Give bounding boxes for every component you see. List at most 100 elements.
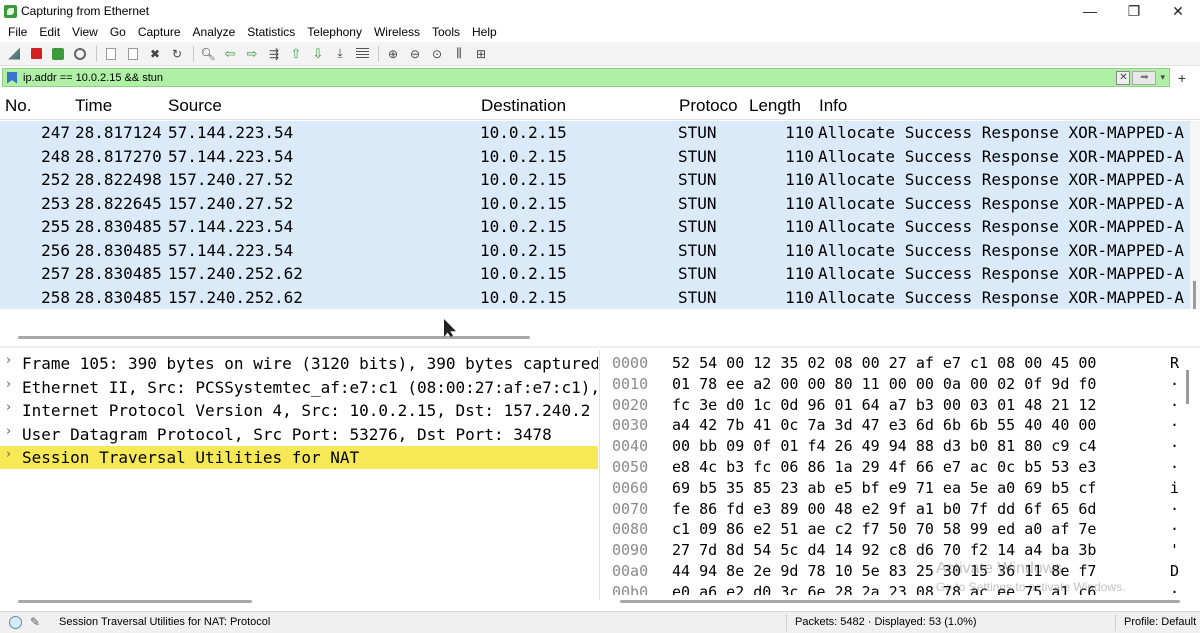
pane-splitter[interactable] — [0, 346, 1200, 348]
packet-list-header: No. Time Source Destination Protoco Leng… — [0, 92, 1200, 120]
packet-destination: 10.0.2.15 — [480, 240, 567, 260]
bytes-row[interactable]: 0050 e8 4c b3 fc 06 86 1a 29 4f 66 e7 ac … — [604, 456, 1200, 477]
go-first-button[interactable]: ⇧ — [286, 44, 306, 64]
tree-item-ethernet[interactable]: › Ethernet II, Src: PCSSystemtec_af:e7:c… — [0, 376, 598, 399]
column-time[interactable]: Time — [75, 96, 112, 116]
menu-statistics[interactable]: Statistics — [241, 25, 301, 39]
chevron-right-icon[interactable]: › — [6, 447, 11, 462]
scrollbar-thumb[interactable] — [1193, 281, 1196, 309]
bytes-hscrollbar[interactable] — [620, 600, 1180, 603]
display-filter-input[interactable] — [23, 69, 1117, 86]
column-info[interactable]: Info — [819, 96, 847, 116]
status-bar: ✎ Session Traversal Utilities for NAT: P… — [0, 611, 1200, 633]
go-to-packet-button[interactable]: ⇶ — [264, 44, 284, 64]
chevron-right-icon[interactable]: › — [6, 400, 11, 415]
minimize-button[interactable]: — — [1068, 0, 1112, 22]
tree-item-udp[interactable]: › User Datagram Protocol, Src Port: 5327… — [0, 423, 598, 446]
menu-telephony[interactable]: Telephony — [301, 25, 368, 39]
close-button[interactable]: ✕ — [1156, 0, 1200, 22]
go-forward-button[interactable]: ⇨ — [242, 44, 262, 64]
packet-protocol: STUN — [678, 146, 717, 166]
packet-row[interactable]: 256 28.830485 57.144.223.54 10.0.2.15 ST… — [0, 238, 1190, 262]
menu-analyze[interactable]: Analyze — [187, 25, 242, 39]
bookmark-icon[interactable] — [7, 71, 17, 84]
zoom-in-button[interactable]: ⊕ — [383, 44, 403, 64]
column-no[interactable]: No. — [5, 96, 31, 116]
menu-go[interactable]: Go — [104, 25, 132, 39]
packet-row[interactable]: 255 28.830485 57.144.223.54 10.0.2.15 ST… — [0, 215, 1190, 239]
packet-protocol: STUN — [678, 264, 717, 283]
autoscroll-button[interactable]: ⤓ — [330, 44, 350, 64]
packet-list-hscrollbar[interactable] — [18, 336, 530, 339]
details-hscrollbar[interactable] — [18, 600, 252, 603]
maximize-button[interactable]: ❐ — [1112, 0, 1156, 22]
bytes-row[interactable]: 0070 fe 86 fd e3 89 00 48 e2 9f a1 b0 7f … — [604, 498, 1200, 519]
resize-columns-button[interactable]: ⫼ — [449, 44, 469, 64]
go-last-button[interactable]: ⇩ — [308, 44, 328, 64]
tree-item-frame[interactable]: › Frame 105: 390 bytes on wire (3120 bit… — [0, 352, 598, 375]
menu-capture[interactable]: Capture — [132, 25, 187, 39]
open-file-button[interactable] — [101, 44, 121, 64]
packet-list-vscrollbar[interactable] — [1190, 121, 1200, 309]
bytes-row[interactable]: 0020 fc 3e d0 1c 0d 96 01 64 a7 b3 00 03 … — [604, 394, 1200, 415]
stop-capture-button[interactable] — [26, 44, 46, 64]
bytes-row[interactable]: 0000 52 54 00 12 35 02 08 00 27 af e7 c1 … — [604, 352, 1200, 373]
bytes-ascii: · — [1170, 458, 1180, 476]
filter-history-dropdown[interactable]: ▾ — [1160, 72, 1165, 83]
bytes-row[interactable]: 0090 27 7d 8d 54 5c d4 14 92 c8 d6 70 f2 … — [604, 539, 1200, 560]
chevron-right-icon[interactable]: › — [6, 353, 11, 368]
menu-view[interactable]: View — [66, 25, 104, 39]
bytes-offset: 0080 — [612, 520, 649, 539]
packet-row[interactable]: 253 28.822645 157.240.27.52 10.0.2.15 ST… — [0, 191, 1190, 215]
add-filter-button[interactable]: + — [1174, 69, 1190, 86]
menu-wireless[interactable]: Wireless — [368, 25, 426, 39]
edit-comment-icon[interactable]: ✎ — [30, 615, 40, 629]
close-file-button[interactable]: ✖ — [145, 44, 165, 64]
packet-source: 157.240.27.52 — [168, 170, 294, 189]
bytes-vscrollbar[interactable] — [1186, 370, 1189, 404]
tree-item-stun[interactable]: › Session Traversal Utilities for NAT — [0, 446, 598, 469]
column-destination[interactable]: Destination — [481, 96, 566, 116]
bytes-row[interactable]: 0010 01 78 ee a2 00 00 80 11 00 00 0a 00 … — [604, 373, 1200, 394]
menu-file[interactable]: File — [2, 25, 33, 39]
find-packet-button[interactable]: 🔍︎ — [198, 44, 218, 64]
column-source[interactable]: Source — [168, 96, 222, 116]
expert-info-icon[interactable] — [9, 616, 22, 629]
bytes-row[interactable]: 0060 69 b5 35 85 23 ab e5 bf e9 71 ea 5e … — [604, 477, 1200, 498]
go-back-button[interactable]: ⇦ — [220, 44, 240, 64]
packet-row[interactable]: 257 28.830485 157.240.252.62 10.0.2.15 S… — [0, 262, 1190, 286]
bytes-row[interactable]: 0080 c1 09 86 e2 51 ae c2 f7 50 70 58 99 … — [604, 518, 1200, 539]
layout-button[interactable]: ⊞ — [471, 44, 491, 64]
column-protocol[interactable]: Protoco — [679, 96, 738, 116]
capture-options-button[interactable] — [70, 44, 90, 64]
menu-tools[interactable]: Tools — [426, 25, 466, 39]
bytes-row[interactable]: 0030 a4 42 7b 41 0c 7a 3d 47 e3 6d 6b 6b … — [604, 414, 1200, 435]
save-file-button[interactable] — [123, 44, 143, 64]
bytes-row[interactable]: 00a0 44 94 8e 2e 9d 78 10 5e 83 25 30 15 … — [604, 560, 1200, 581]
packet-info: Allocate Success Response XOR-MAPPED-A — [818, 170, 1185, 189]
chevron-right-icon[interactable]: › — [6, 377, 11, 392]
zoom-out-button[interactable]: ⊖ — [405, 44, 425, 64]
menu-edit[interactable]: Edit — [33, 25, 66, 39]
column-length[interactable]: Length — [749, 96, 801, 116]
packet-row[interactable]: 252 28.822498 157.240.27.52 10.0.2.15 ST… — [0, 168, 1190, 192]
packet-row[interactable]: 247 28.817124 57.144.223.54 10.0.2.15 ST… — [0, 121, 1190, 145]
zoom-normal-button[interactable]: ⊙ — [427, 44, 447, 64]
packet-row[interactable]: 248 28.817270 57.144.223.54 10.0.2.15 ST… — [0, 144, 1190, 168]
folder-icon — [106, 47, 116, 60]
packet-length: 110 — [785, 193, 814, 213]
profile-label[interactable]: Profile: Default — [1124, 616, 1196, 628]
clear-filter-button[interactable]: ✕ — [1116, 70, 1131, 85]
menu-help[interactable]: Help — [466, 25, 503, 39]
bytes-row[interactable]: 0040 00 bb 09 0f 01 f4 26 49 94 88 d3 b0 … — [604, 435, 1200, 456]
apply-filter-button[interactable]: ➡ — [1132, 70, 1157, 85]
bytes-hex: 52 54 00 12 35 02 08 00 27 af e7 c1 08 0… — [672, 354, 1097, 372]
restart-capture-button[interactable] — [48, 44, 68, 64]
chevron-right-icon[interactable]: › — [6, 424, 11, 439]
bytes-offset: 0090 — [612, 541, 649, 560]
colorize-button[interactable] — [352, 44, 372, 64]
reload-file-button[interactable]: ↻ — [167, 44, 187, 64]
packet-row[interactable]: 258 28.830485 157.240.252.62 10.0.2.15 S… — [0, 285, 1190, 309]
start-capture-button[interactable] — [4, 44, 24, 64]
tree-item-ipv4[interactable]: › Internet Protocol Version 4, Src: 10.0… — [0, 399, 598, 422]
